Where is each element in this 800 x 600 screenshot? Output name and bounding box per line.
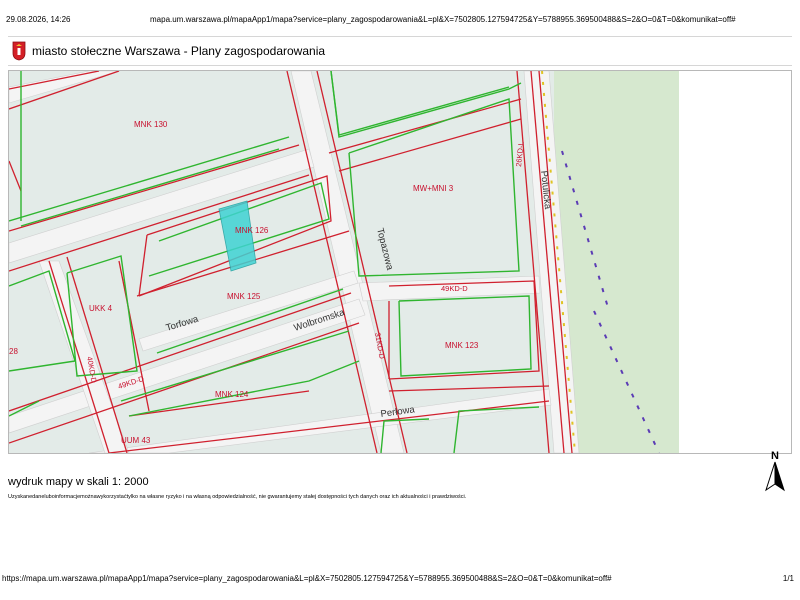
north-label: N bbox=[771, 450, 779, 462]
parcel-label-mnk130: MNK 130 bbox=[134, 120, 168, 129]
parcel-label-ukk4: UKK 4 bbox=[89, 304, 113, 313]
title-bar: miasto stołeczne Warszawa - Plany zagosp… bbox=[8, 36, 792, 66]
parcel-label-mnk124: MNK 124 bbox=[215, 390, 249, 399]
page-number: 1/1 bbox=[782, 574, 794, 583]
parcel-label-mwmni3: MW+MNI 3 bbox=[413, 184, 454, 193]
map-view[interactable]: MNK 130 MNK 126 MW+MNI 3 UKK 4 MNK 125 M… bbox=[8, 70, 792, 454]
warsaw-crest-icon bbox=[12, 41, 26, 61]
disclaimer-text: Uzyskanedaneluboinformacjemożnawykorzyst… bbox=[8, 494, 467, 500]
parcel-label-28: 28 bbox=[9, 347, 18, 356]
map-scale-text: wydruk mapy w skali 1: 2000 bbox=[8, 476, 149, 488]
blank-area bbox=[679, 71, 791, 453]
print-header: 29.08.2026, 14:26 mapa.um.warszawa.pl/ma… bbox=[0, 0, 800, 28]
parcel-label-mnk126: MNK 126 bbox=[235, 226, 269, 235]
north-arrow-icon: N bbox=[765, 450, 785, 492]
print-footer: https://mapa.um.warszawa.pl/mapaApp1/map… bbox=[0, 574, 800, 588]
print-url-footer: https://mapa.um.warszawa.pl/mapaApp1/map… bbox=[2, 574, 612, 583]
zoning-map[interactable]: MNK 130 MNK 126 MW+MNI 3 UKK 4 MNK 125 M… bbox=[9, 71, 791, 453]
print-url-header: mapa.um.warszawa.pl/mapaApp1/mapa?servic… bbox=[150, 15, 736, 24]
parcel-label-uum43: UUM 43 bbox=[121, 436, 151, 445]
parcel-label-mnk125: MNK 125 bbox=[227, 292, 261, 301]
page-title: miasto stołeczne Warszawa - Plany zagosp… bbox=[32, 44, 326, 58]
road-code-49kdd-east: 49KD-D bbox=[441, 284, 468, 293]
print-datetime: 29.08.2026, 14:26 bbox=[6, 15, 71, 24]
parcel-label-mnk123: MNK 123 bbox=[445, 341, 479, 350]
